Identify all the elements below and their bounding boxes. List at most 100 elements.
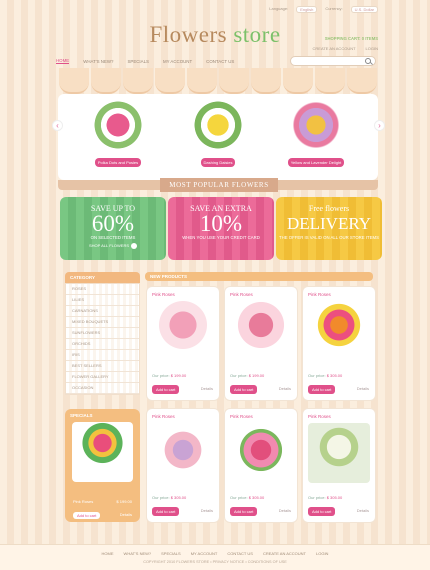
footer-link[interactable]: MY ACCOUNT [191,551,218,556]
category-item[interactable]: BEST SELLERS [66,361,139,372]
slide-2[interactable]: Dashing Daisies [188,98,248,167]
specials-product-price: $ 199.00 [116,499,132,504]
product-image[interactable] [308,423,370,483]
category-item[interactable]: MIXED BOUQUETS [66,317,139,328]
category-item[interactable]: OCCASION [66,383,139,394]
slider-prev-arrow-icon[interactable]: ‹ [52,120,63,131]
slide-1[interactable]: Polka Dots and Posies [88,98,148,167]
product-title[interactable]: Pink Roses [225,409,297,419]
category-item[interactable]: FLOWER GALLERY [66,372,139,383]
specials-add-to-cart-button[interactable]: Add to cart [73,512,101,519]
promo-save-60[interactable]: SAVE UP TO 60% ON SELECTED ITEMS SHOP AL… [60,197,166,260]
promo-2-big: 10% [199,211,243,236]
add-to-cart-button[interactable]: Add to cart [230,385,258,394]
product-card: Pink Roses Our price: $ 199.00 Add to ca… [146,286,220,401]
add-to-cart-button[interactable]: Add to cart [308,385,336,394]
nav-whats-new[interactable]: WHAT'S NEW? [83,59,113,64]
price-label: Our price: [308,495,326,500]
currency-select[interactable]: U.S. Dollar [350,6,378,13]
footer-link[interactable]: WHAT'S NEW? [124,551,152,556]
product-price: $ 199.00 [248,373,265,378]
nav-contact-us[interactable]: CONTACT US [206,59,234,64]
section-title: MOST POPULAR FLOWERS [160,178,278,192]
category-item[interactable]: CARNATIONS [66,306,139,317]
product-card: Pink Roses Our price: $ 305.00 Add to ca… [146,408,220,523]
price-label: Our price: [230,373,248,378]
awning-decoration [58,68,378,94]
price-label: Our price: [152,495,170,500]
slider-next-arrow-icon[interactable]: › [374,120,385,131]
specials-product-name[interactable]: Pink Roses [73,499,93,504]
category-item[interactable]: ORCHIDS [66,339,139,350]
product-card: Pink Roses Our price: $ 305.00 Add to ca… [302,408,376,523]
footer-link[interactable]: CONTACT US [227,551,253,556]
product-card: Pink Roses Our price: $ 199.00 Add to ca… [224,286,298,401]
shopping-cart-link[interactable]: SHOPPING CART: 0 ITEMS [325,36,378,41]
specials-details-link[interactable]: Details [120,512,132,517]
product-price: $ 305.00 [326,373,343,378]
specials-title: SPECIALS [70,413,93,418]
logo-word-1: Flowers [149,22,228,47]
arrow-circle-icon[interactable] [131,243,137,249]
promo-1-big: 60% [91,211,135,236]
footer-link[interactable]: LOGIN [316,551,328,556]
footer-link[interactable]: CREATE AN ACCOUNT [263,551,306,556]
promo-save-10[interactable]: SAVE AN EXTRA 10% WHEN YOU USE YOUR CRED… [168,197,274,260]
details-link[interactable]: Details [201,386,213,391]
slide-2-image [192,98,244,152]
slide-3-image [290,98,342,152]
promo-shop-link[interactable]: SHOP ALL FLOWERS [89,243,129,248]
search-input[interactable] [290,56,376,66]
specials-product-image[interactable] [72,422,133,482]
promo-free-delivery[interactable]: Free flowers DELIVERY THE OFFER IS VALID… [276,197,382,260]
slide-2-caption[interactable]: Dashing Daisies [200,158,236,167]
category-item[interactable]: LILIES [66,295,139,306]
product-title[interactable]: Pink Roses [303,287,375,297]
product-image[interactable] [230,423,292,483]
category-item[interactable]: IRIS [66,350,139,361]
login-link[interactable]: LOGIN [366,46,378,51]
details-link[interactable]: Details [201,508,213,513]
specials-box: SPECIALS Pink Roses $ 199.00 Add to cart… [65,409,140,522]
slide-1-image [92,98,144,152]
nav-my-account[interactable]: MY ACCOUNT [163,59,192,64]
product-price: $ 305.00 [326,495,343,500]
details-link[interactable]: Details [357,508,369,513]
details-link[interactable]: Details [357,386,369,391]
copyright-text: COPYRIGHT 2010 FLOWERS STORE • PRIVACY N… [143,560,287,564]
category-item[interactable]: ROSES [66,284,139,295]
slide-1-caption[interactable]: Polka Dots and Posies [94,158,142,167]
nav-home[interactable]: HOME [56,58,70,64]
search-icon[interactable] [365,58,371,64]
footer-link[interactable]: SPECIALS [161,551,181,556]
add-to-cart-button[interactable]: Add to cart [230,507,258,516]
nav-specials[interactable]: SPECIALS [127,59,148,64]
details-link[interactable]: Details [279,508,291,513]
product-title[interactable]: Pink Roses [225,287,297,297]
product-card: Pink Roses Our price: $ 305.00 Add to ca… [302,286,376,401]
product-image[interactable] [152,301,214,361]
add-to-cart-button[interactable]: Add to cart [308,507,336,516]
product-title[interactable]: Pink Roses [147,409,219,419]
add-to-cart-button[interactable]: Add to cart [152,385,180,394]
category-item[interactable]: SUNFLOWERS [66,328,139,339]
site-logo[interactable]: Flowers store [0,22,430,48]
create-account-link[interactable]: CREATE AN ACCOUNT [313,46,356,51]
details-link[interactable]: Details [279,386,291,391]
language-select[interactable]: English [296,6,318,13]
product-image[interactable] [152,423,214,483]
promo-3-big: DELIVERY [286,214,372,233]
add-to-cart-button[interactable]: Add to cart [152,507,180,516]
promo-3-small: THE OFFER IS VALID ON ALL OUR STORE ITEM… [279,235,379,240]
product-image[interactable] [230,301,292,361]
slide-3[interactable]: Yellow and Lavender Delight [284,98,348,167]
product-title[interactable]: Pink Roses [147,287,219,297]
product-title[interactable]: Pink Roses [303,409,375,419]
slide-3-caption[interactable]: Yellow and Lavender Delight [287,158,345,167]
product-image[interactable] [308,301,370,361]
featured-slider: Polka Dots and Posies Dashing Daisies Ye… [58,94,378,180]
footer-link[interactable]: HOME [102,551,114,556]
account-links: CREATE AN ACCOUNT LOGIN [313,46,379,51]
price-label: Our price: [152,373,170,378]
footer: HOME WHAT'S NEW? SPECIALS MY ACCOUNT CON… [0,544,430,570]
